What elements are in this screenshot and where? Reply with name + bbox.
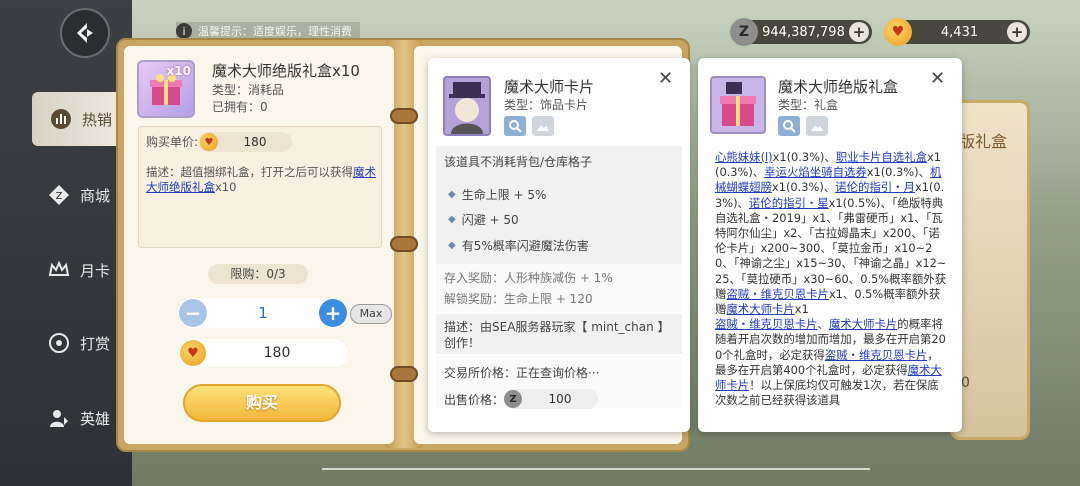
stat-text: 有5%概率闪避魔法伤害 — [461, 239, 589, 253]
market-price: 交易所价格：正在查询价格··· — [444, 366, 600, 380]
item-name: 魔术大师绝版礼盒x10 — [212, 62, 360, 80]
item-link[interactable]: 魔术大师卡片 — [715, 363, 942, 392]
svg-text:Z: Z — [56, 191, 63, 202]
total-price-value: 180 — [263, 345, 291, 361]
item-link[interactable]: 诺伦的指引・月 — [835, 180, 915, 194]
hero-icon — [48, 407, 70, 429]
home-indicator — [322, 468, 870, 470]
item-link[interactable]: 职业卡片自选礼盒 — [836, 150, 927, 164]
card-description: 描述：由SEA服务器玩家【 mint_chan 】创作！ — [444, 320, 670, 350]
stat-text: 闪避 + 50 — [461, 213, 519, 227]
z-coin-icon: Z — [504, 390, 522, 408]
item-link[interactable]: 盗贼・维克贝恩卡片 — [726, 287, 829, 301]
quantity-badge: x10 — [166, 64, 191, 78]
decrease-quantity-button[interactable]: − — [179, 299, 207, 327]
book-ring — [390, 366, 418, 382]
diamond-bullet-icon: ◆ — [448, 214, 456, 225]
diamond-bullet-icon: ◆ — [448, 240, 456, 251]
sell-price-value: 100 — [548, 392, 572, 406]
inspect-icon[interactable] — [778, 116, 800, 136]
z-coin-icon: Z — [730, 18, 758, 46]
book-ring — [390, 236, 418, 252]
item-link[interactable]: 幸运火焰坐骑自选券 — [764, 165, 867, 179]
preview-image-icon[interactable] — [806, 116, 828, 136]
reward-icon — [48, 332, 70, 354]
item-link[interactable]: 盗贼・维克贝恩卡片 — [715, 317, 818, 331]
heart-coin-icon: ♥ — [180, 340, 206, 366]
item-link[interactable]: 诺伦的指引・星 — [749, 196, 829, 210]
increase-quantity-button[interactable]: + — [319, 299, 347, 327]
sell-price-pill: Z 100 — [504, 389, 598, 409]
item-link[interactable]: 心熊妹妹(l) — [715, 150, 773, 164]
background-gift-card: 版礼盒 0 — [950, 100, 1030, 440]
close-gift-box-popup-button[interactable]: ✕ — [930, 68, 945, 89]
inspect-icon[interactable] — [504, 116, 526, 136]
store-reward: 存入奖励：人形种族减伤 + 1% — [444, 271, 613, 285]
card-stat: ◆ 闪避 + 50 — [448, 211, 519, 228]
heart-coin-icon: ♥ — [884, 18, 912, 46]
heart-coin-icon: ♥ — [200, 133, 218, 151]
item-owned: 已拥有：0 — [212, 100, 268, 114]
card-type: 类型：饰品卡片 — [504, 98, 589, 112]
sidebar-item-label: 打赏 — [80, 334, 111, 353]
currency-heart-value: 4,431 — [940, 24, 979, 40]
item-link[interactable]: 盗贼・维克贝恩卡片 — [825, 348, 928, 362]
gift-box-contents: 心熊妹妹(l)x1(0.3%)、职业卡片自选礼盒x1(0.3%)、幸运火焰坐骑自… — [715, 150, 947, 406]
unit-price-text: 购买单价: — [146, 135, 199, 149]
unit-price-label: 购买单价: — [146, 133, 198, 150]
sell-price-label: 出售价格： — [444, 393, 505, 407]
card-stat: ◆ 有5%概率闪避魔法伤害 — [448, 237, 589, 254]
item-type: 类型：消耗品 — [212, 83, 285, 97]
max-quantity-button[interactable]: Max — [350, 304, 392, 324]
description-suffix: x10 — [215, 180, 237, 194]
unit-price-value: 180 — [243, 135, 267, 149]
info-icon: i — [176, 23, 192, 39]
z-coin-icon: Z — [48, 184, 70, 206]
sidebar-item-label: 英雄 — [80, 409, 111, 428]
book-ring — [390, 108, 418, 124]
back-arrow-icon — [77, 23, 93, 43]
chart-icon — [50, 108, 72, 130]
crown-icon — [48, 259, 70, 281]
currency-z-value: 944,387,798 — [762, 24, 845, 40]
background-card-label: 版礼盒 — [959, 132, 1008, 151]
back-button[interactable] — [60, 8, 110, 58]
sidebar-item-label: 月卡 — [80, 261, 111, 280]
sidebar-item-label: 商城 — [80, 186, 111, 205]
item-description: 描述：超值捆绑礼盒，打开之后可以获得魔术大师绝版礼盒x10 — [146, 165, 378, 195]
card-storage-note: 该道具不消耗背包/仓库格子 — [444, 155, 593, 169]
stat-text: 生命上限 + 5% — [461, 188, 547, 202]
add-z-coin-button[interactable]: + — [849, 22, 869, 42]
item-link[interactable]: 魔术大师卡片 — [829, 317, 897, 331]
card-title: 魔术大师卡片 — [504, 78, 595, 96]
total-price: ♥ 180 — [178, 339, 348, 367]
card-stat: ◆ 生命上限 + 5% — [448, 186, 546, 203]
diamond-bullet-icon: ◆ — [448, 189, 456, 200]
gift-box-icon — [710, 76, 766, 134]
description-text: 描述：超值捆绑礼盒，打开之后可以获得 — [146, 165, 353, 179]
notice-label: 温馨提示：适度娱乐，理性消费 — [198, 25, 352, 38]
magician-card-icon — [443, 76, 491, 136]
sidebar-item-label: 热销 — [82, 110, 113, 129]
gift-box-icon: x10 — [137, 60, 195, 118]
gift-box-title: 魔术大师绝版礼盒 — [778, 78, 899, 96]
close-card-popup-button[interactable]: ✕ — [658, 68, 673, 89]
unlock-reward: 解锁奖励：生命上限 + 120 — [444, 292, 593, 306]
buy-button[interactable]: 购买 — [183, 384, 341, 422]
add-heart-coin-button[interactable]: + — [1007, 22, 1027, 42]
item-link[interactable]: 魔术大师卡片 — [726, 302, 794, 316]
gift-box-type: 类型：礼盒 — [778, 98, 839, 112]
background-card-number: 0 — [961, 375, 970, 391]
preview-image-icon[interactable] — [532, 116, 554, 136]
currency-heart-coin: ♥ 4,431 + — [884, 18, 1030, 46]
unit-price-pill: ♥ 180 — [198, 132, 292, 152]
currency-z-coin: Z 944,387,798 + — [730, 18, 872, 46]
purchase-limit: 限购：0/3 — [208, 264, 308, 284]
